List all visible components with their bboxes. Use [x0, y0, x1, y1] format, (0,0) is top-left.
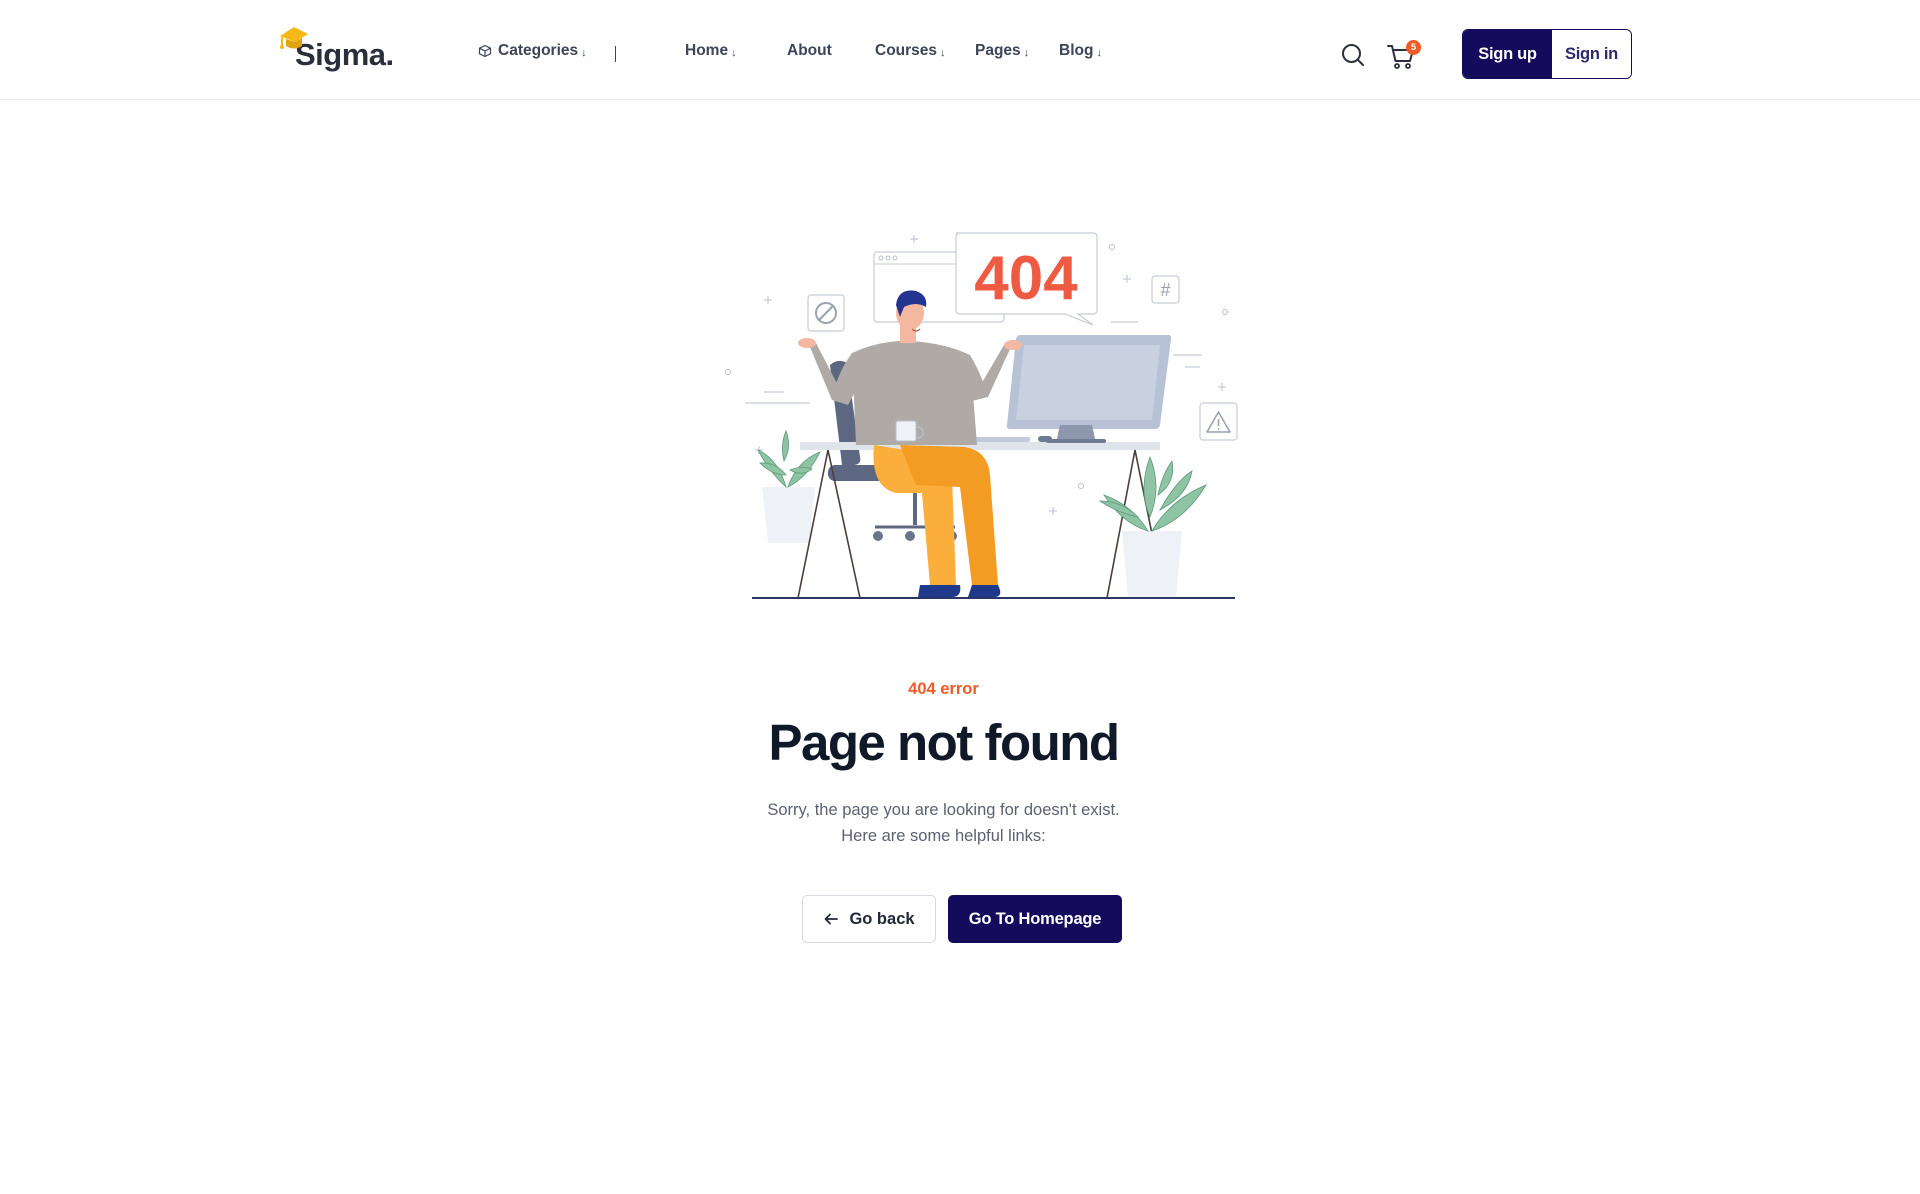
error-description: Sorry, the page you are looking for does… — [0, 797, 1887, 849]
logo[interactable]: Sigma. — [278, 24, 394, 72]
arrow-down-icon: ↓ — [1096, 46, 1102, 59]
404-illustration: 404 # — [725, 232, 1238, 599]
nav-categories[interactable]: Categories ↓ — [478, 42, 587, 60]
go-to-homepage-button[interactable]: Go To Homepage — [948, 895, 1122, 943]
nav-courses-label: Courses — [875, 42, 938, 59]
nav-courses[interactable]: Courses ↓ — [875, 42, 946, 60]
cube-icon — [478, 44, 492, 58]
error-eyebrow: 404 error — [908, 680, 979, 698]
nav-divider — [615, 46, 616, 62]
arrow-down-icon: ↓ — [731, 46, 737, 59]
error-description-line-1: Sorry, the page you are looking for does… — [767, 801, 1120, 819]
illustration-404-text: 404 — [974, 244, 1078, 313]
arrow-down-icon: ↓ — [1023, 46, 1030, 59]
arrow-left-icon — [825, 913, 839, 925]
nav-home-label: Home — [685, 42, 729, 59]
go-back-button[interactable]: Go back — [802, 895, 936, 943]
go-back-label: Go back — [849, 909, 915, 928]
nav-about-label: About — [787, 42, 832, 59]
nav-blog[interactable]: Blog ↓ — [1059, 42, 1102, 60]
nav-pages[interactable]: Pages ↓ — [975, 42, 1029, 60]
error-description-line-2: Here are some helpful links: — [841, 827, 1046, 845]
svg-text:#: # — [1160, 280, 1170, 300]
nav-home[interactable]: Home ↓ — [685, 42, 737, 60]
nav-blog-label: Blog — [1059, 42, 1094, 59]
page-title: Page not found — [768, 714, 1120, 771]
search-icon[interactable] — [1340, 42, 1366, 68]
nav-about[interactable]: About — [787, 42, 832, 60]
auth-buttons: Sign up Sign in — [1462, 29, 1632, 79]
site-header: Sigma. Categories ↓ Home ↓ About Courses… — [0, 0, 1920, 100]
nav-pages-label: Pages — [975, 42, 1021, 59]
arrow-down-icon: ↓ — [581, 46, 587, 59]
cart-count-badge: 5 — [1406, 40, 1421, 55]
graduation-cap-icon — [280, 27, 308, 49]
arrow-down-icon: ↓ — [940, 46, 946, 59]
sign-in-button[interactable]: Sign in — [1552, 30, 1631, 78]
sign-up-button[interactable]: Sign up — [1463, 30, 1552, 78]
nav-categories-label: Categories — [498, 42, 579, 59]
